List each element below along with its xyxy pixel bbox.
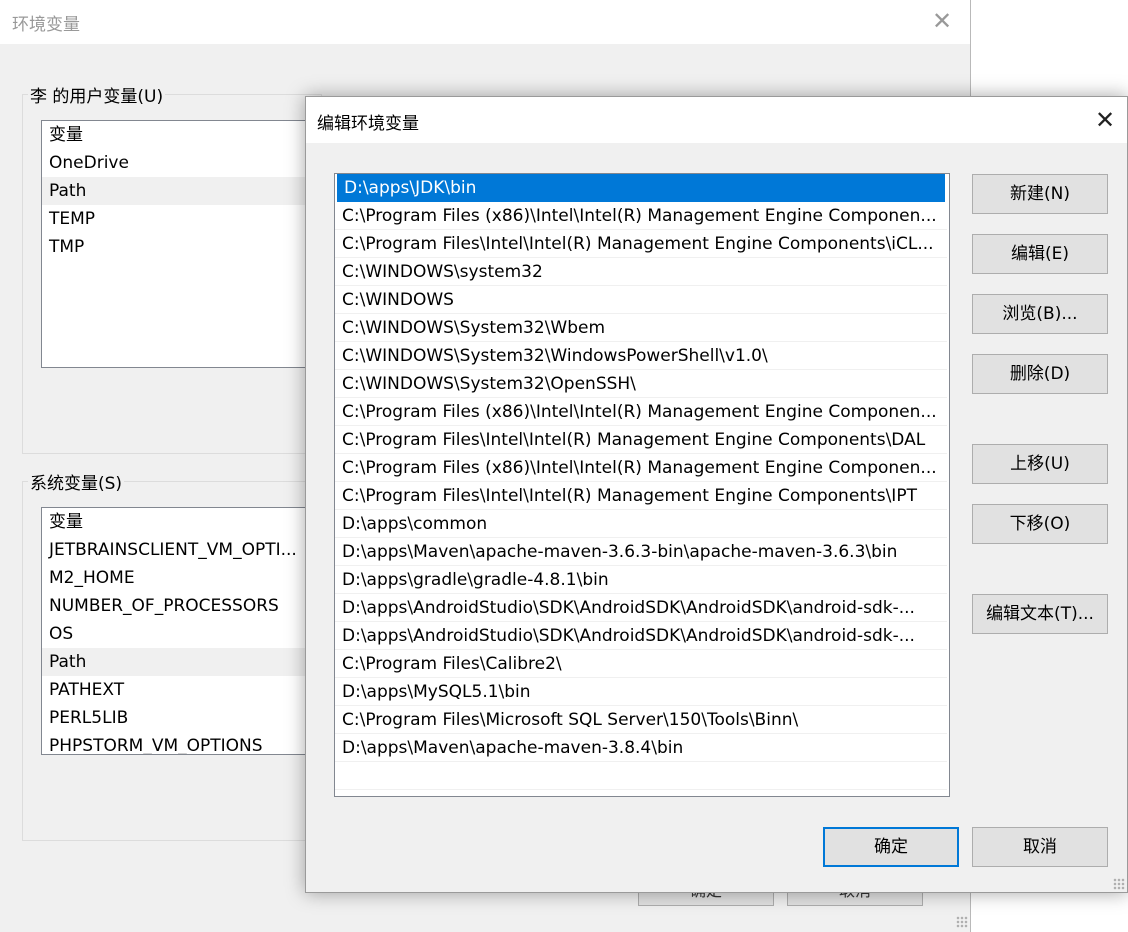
path-row[interactable]: C:\WINDOWS\System32\Wbem	[335, 314, 947, 342]
user-var-row-selected[interactable]: Path	[42, 177, 320, 205]
dialog-title: 编辑环境变量	[317, 114, 419, 134]
path-row[interactable]: C:\Program Files\Microsoft SQL Server\15…	[335, 706, 947, 734]
path-row[interactable]: C:\Program Files\Calibre2\	[335, 650, 947, 678]
path-row[interactable]: C:\WINDOWS\System32\OpenSSH\	[335, 370, 947, 398]
system-var-row[interactable]: NUMBER_OF_PROCESSORS	[42, 592, 320, 620]
path-row[interactable]: C:\Program Files (x86)\Intel\Intel(R) Ma…	[335, 454, 947, 482]
back-window-title: 环境变量	[12, 15, 80, 35]
close-icon[interactable]: ✕	[1095, 106, 1115, 134]
path-row[interactable]: C:\WINDOWS	[335, 286, 947, 314]
path-row[interactable]: D:\apps\AndroidStudio\SDK\AndroidSDK\And…	[335, 594, 947, 622]
path-row[interactable]: C:\Program Files\Intel\Intel(R) Manageme…	[335, 482, 947, 510]
delete-button[interactable]: 删除(D)	[972, 354, 1108, 394]
user-var-row[interactable]: TEMP	[42, 205, 320, 233]
path-row[interactable]: C:\Program Files (x86)\Intel\Intel(R) Ma…	[335, 398, 947, 426]
system-var-row[interactable]: PHPSTORM_VM_OPTIONS	[42, 732, 320, 754]
path-row[interactable]: D:\apps\AndroidStudio\SDK\AndroidSDK\And…	[335, 622, 947, 650]
path-row[interactable]: D:\apps\Maven\apache-maven-3.8.4\bin	[335, 734, 947, 762]
ok-button[interactable]: 确定	[823, 827, 959, 867]
resize-grip-icon[interactable]	[956, 916, 968, 928]
edit-text-button[interactable]: 编辑文本(T)...	[972, 594, 1108, 634]
back-titlebar: 环境变量 ✕	[0, 0, 970, 44]
system-vars-list[interactable]: 变量 JETBRAINSCLIENT_VM_OPTI... M2_HOME NU…	[41, 507, 321, 755]
path-row[interactable]: C:\WINDOWS\system32	[335, 258, 947, 286]
dialog-titlebar: 编辑环境变量 ✕	[306, 97, 1127, 143]
new-button[interactable]: 新建(N)	[972, 174, 1108, 214]
path-row[interactable]: D:\apps\common	[335, 510, 947, 538]
edit-button[interactable]: 编辑(E)	[972, 234, 1108, 274]
system-var-row[interactable]: PERL5LIB	[42, 704, 320, 732]
system-var-row[interactable]: M2_HOME	[42, 564, 320, 592]
browse-button[interactable]: 浏览(B)...	[972, 294, 1108, 334]
user-vars-list[interactable]: 变量 OneDrive Path TEMP TMP	[41, 120, 321, 368]
path-row[interactable]: C:\Program Files\Intel\Intel(R) Manageme…	[335, 230, 947, 258]
user-var-row[interactable]: OneDrive	[42, 149, 320, 177]
system-vars-header[interactable]: 变量	[42, 508, 320, 536]
back-close-icon[interactable]: ✕	[932, 7, 952, 35]
cancel-button[interactable]: 取消	[972, 827, 1108, 867]
path-row[interactable]: D:\apps\gradle\gradle-4.8.1\bin	[335, 566, 947, 594]
system-var-row-selected[interactable]: Path	[42, 648, 320, 676]
system-var-row[interactable]: OS	[42, 620, 320, 648]
user-vars-group-title: 李 的用户变量(U)	[28, 82, 166, 107]
path-row[interactable]: D:\apps\MySQL5.1\bin	[335, 678, 947, 706]
move-up-button[interactable]: 上移(U)	[972, 444, 1108, 484]
system-vars-group-title: 系统变量(S)	[28, 469, 125, 494]
path-empty-row[interactable]	[335, 762, 947, 790]
system-var-row[interactable]: PATHEXT	[42, 676, 320, 704]
user-var-row[interactable]: TMP	[42, 233, 320, 261]
path-row[interactable]: C:\Program Files (x86)\Intel\Intel(R) Ma…	[335, 202, 947, 230]
path-row[interactable]: D:\apps\Maven\apache-maven-3.6.3-bin\apa…	[335, 538, 947, 566]
path-list[interactable]: D:\apps\JDK\bin C:\Program Files (x86)\In…	[334, 173, 950, 797]
edit-env-var-dialog: 编辑环境变量 ✕ D:\apps\JDK\bin C:\Program Files…	[305, 96, 1128, 893]
user-vars-header[interactable]: 变量	[42, 121, 320, 149]
path-row[interactable]: C:\Program Files\Intel\Intel(R) Manageme…	[335, 426, 947, 454]
path-row-selected[interactable]: D:\apps\JDK\bin	[337, 174, 945, 202]
move-down-button[interactable]: 下移(O)	[972, 504, 1108, 544]
dialog-resize-grip-icon[interactable]	[1113, 878, 1125, 890]
path-row[interactable]: C:\WINDOWS\System32\WindowsPowerShell\v1…	[335, 342, 947, 370]
system-var-row[interactable]: JETBRAINSCLIENT_VM_OPTI...	[42, 536, 320, 564]
